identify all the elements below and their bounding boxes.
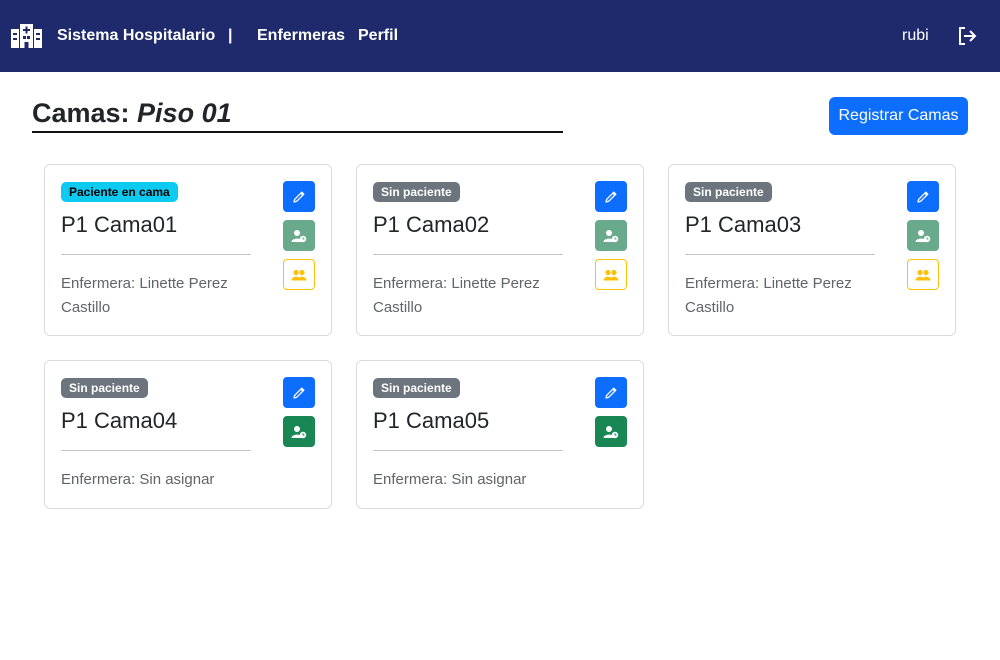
users-icon — [603, 269, 619, 280]
assign-nurse-button[interactable] — [283, 259, 315, 290]
nav-separator: | — [228, 27, 233, 44]
bed-card: Sin paciente P1 Cama03 Enfermera: Linett… — [668, 164, 956, 336]
user-clock-icon — [915, 229, 931, 242]
nurse-label: Enfermera: Linette Perez Castillo — [685, 275, 852, 316]
divider — [61, 450, 251, 451]
navbar: Sistema Hospitalario | Enfermeras Perfil… — [0, 0, 1000, 72]
pencil-icon — [605, 191, 617, 203]
page-title: Camas: Piso 01 — [32, 98, 563, 133]
bed-card: Paciente en cama P1 Cama01 Enfermera: Li… — [44, 164, 332, 336]
pencil-icon — [293, 387, 305, 399]
page-title-prefix: Camas: — [32, 98, 138, 128]
assign-patient-button[interactable] — [595, 416, 627, 447]
divider — [61, 254, 251, 255]
user-clock-icon — [291, 229, 307, 242]
edit-bed-button[interactable] — [283, 181, 315, 212]
username: rubi — [902, 27, 929, 44]
pencil-icon — [917, 191, 929, 203]
users-icon — [291, 269, 307, 280]
divider — [373, 254, 563, 255]
pencil-icon — [605, 387, 617, 399]
bed-name: P1 Cama04 — [61, 408, 178, 433]
assign-patient-button[interactable] — [283, 220, 315, 251]
status-badge: Sin paciente — [61, 378, 148, 398]
assign-patient-button[interactable] — [283, 416, 315, 447]
hospital-building-icon — [11, 24, 42, 48]
users-icon — [915, 269, 931, 280]
floor-name: Piso 01 — [137, 98, 232, 128]
nurse-label: Enfermera: Sin asignar — [61, 471, 215, 488]
logout-icon[interactable] — [957, 26, 977, 46]
status-badge: Sin paciente — [373, 182, 460, 202]
pencil-icon — [293, 191, 305, 203]
edit-bed-button[interactable] — [595, 181, 627, 212]
bed-name: P1 Cama03 — [685, 212, 802, 237]
nurse-label: Enfermera: Linette Perez Castillo — [373, 275, 540, 316]
nav-link-profile[interactable]: Perfil — [358, 27, 398, 45]
status-badge: Paciente en cama — [61, 182, 178, 202]
app-brand[interactable]: Sistema Hospitalario — [57, 27, 215, 45]
assign-patient-button[interactable] — [595, 220, 627, 251]
bed-name: P1 Cama01 — [61, 212, 178, 237]
assign-nurse-button[interactable] — [907, 259, 939, 290]
status-badge: Sin paciente — [373, 378, 460, 398]
user-clock-icon — [603, 229, 619, 242]
bed-name: P1 Cama02 — [373, 212, 490, 237]
assign-patient-button[interactable] — [907, 220, 939, 251]
nav-link-nurses[interactable]: Enfermeras — [257, 27, 345, 45]
nurse-label: Enfermera: Linette Perez Castillo — [61, 275, 228, 316]
edit-bed-button[interactable] — [907, 181, 939, 212]
register-beds-button[interactable]: Registrar Camas — [829, 97, 968, 135]
bed-card: Sin paciente P1 Cama04 Enfermera: Sin as… — [44, 360, 332, 509]
bed-card: Sin paciente P1 Cama02 Enfermera: Linett… — [356, 164, 644, 336]
user-clock-icon — [291, 425, 307, 438]
bed-card: Sin paciente P1 Cama05 Enfermera: Sin as… — [356, 360, 644, 509]
status-badge: Sin paciente — [685, 182, 772, 202]
divider — [373, 450, 563, 451]
bed-name: P1 Cama05 — [373, 408, 490, 433]
edit-bed-button[interactable] — [283, 377, 315, 408]
user-clock-icon — [603, 425, 619, 438]
assign-nurse-button[interactable] — [595, 259, 627, 290]
nurse-label: Enfermera: Sin asignar — [373, 471, 527, 488]
edit-bed-button[interactable] — [595, 377, 627, 408]
divider — [685, 254, 875, 255]
